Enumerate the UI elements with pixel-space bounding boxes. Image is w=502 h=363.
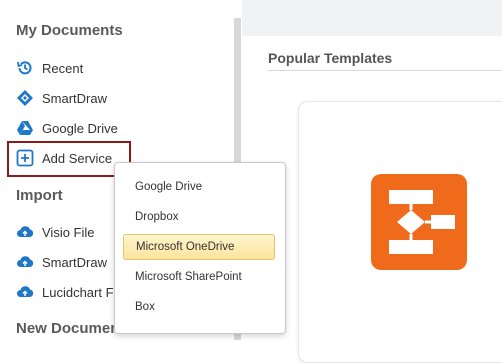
sidebar-item-label: Recent (42, 60, 84, 76)
templates-divider (268, 70, 502, 71)
history-icon (16, 59, 34, 77)
dropdown-option-box[interactable]: Box (123, 294, 275, 320)
sidebar-item-smartdraw-import[interactable]: SmartDraw (16, 251, 107, 273)
cloud-upload-icon (16, 223, 34, 241)
popular-templates-heading: Popular Templates (268, 50, 393, 66)
dropdown-option-dropbox[interactable]: Dropbox (123, 204, 275, 230)
new-document-heading: New Document (16, 320, 125, 337)
add-service-highlight (7, 141, 131, 177)
cloud-upload-icon (16, 253, 34, 271)
sidebar-item-google-drive[interactable]: Google Drive (16, 117, 118, 139)
dropdown-option-microsoft-onedrive[interactable]: Microsoft OneDrive (123, 234, 275, 260)
top-toolbar-area (242, 0, 502, 36)
sidebar-item-label: SmartDraw (42, 90, 108, 106)
smartdraw-icon (16, 89, 34, 107)
flowchart-template-icon[interactable] (371, 174, 467, 270)
sidebar-item-recent[interactable]: Recent (16, 57, 83, 79)
sidebar-item-lucidchart[interactable]: Lucidchart F (16, 281, 114, 303)
cloud-upload-icon (16, 283, 34, 301)
dropdown-option-microsoft-sharepoint[interactable]: Microsoft SharePoint (123, 264, 275, 290)
sidebar-item-label: Lucidchart F (42, 284, 114, 300)
dropdown-option-google-drive[interactable]: Google Drive (123, 174, 275, 200)
sidebar-item-label: SmartDraw (42, 254, 108, 270)
add-service-dropdown: Google Drive Dropbox Microsoft OneDrive … (114, 162, 286, 334)
sidebar-item-label: Visio File (42, 224, 95, 240)
sidebar-item-visio-file[interactable]: Visio File (16, 221, 95, 243)
google-drive-icon (16, 119, 34, 137)
sidebar-item-smartdraw[interactable]: SmartDraw (16, 87, 107, 109)
import-heading: Import (16, 187, 63, 204)
sidebar-item-label: Google Drive (42, 120, 118, 136)
my-documents-heading: My Documents (16, 22, 123, 39)
